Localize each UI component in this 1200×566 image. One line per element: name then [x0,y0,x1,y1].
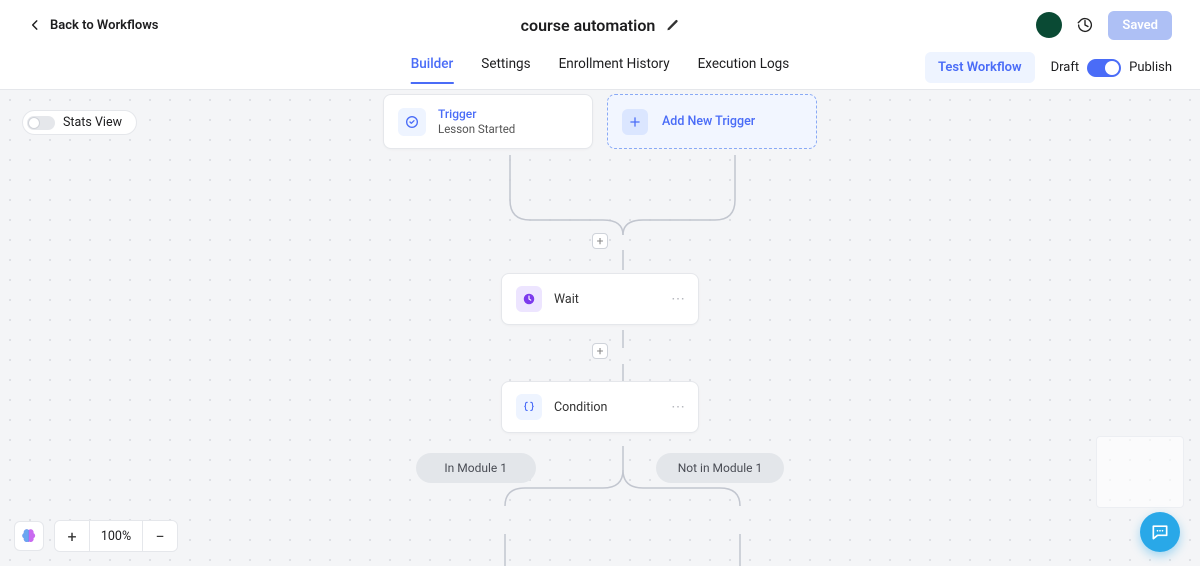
publish-toggle[interactable] [1087,59,1121,77]
tab-enrollment-history[interactable]: Enrollment History [559,56,670,84]
avatar[interactable] [1036,12,1062,38]
saved-button[interactable]: Saved [1108,11,1172,40]
add-step-button[interactable]: + [592,233,608,249]
back-to-workflows[interactable]: Back to Workflows [28,18,159,33]
brain-icon [20,527,38,545]
trigger-icon [398,108,426,136]
tab-execution-logs[interactable]: Execution Logs [698,56,790,84]
condition-node[interactable]: Condition ⋯ [501,381,699,433]
wait-node[interactable]: Wait ⋯ [501,273,699,325]
edit-icon[interactable] [665,18,679,32]
minimap[interactable] [1096,436,1184,508]
branch-in-module-1[interactable]: In Module 1 [416,453,536,483]
workflow-title: course automation [521,16,656,35]
back-label: Back to Workflows [50,18,159,33]
braces-icon [516,394,542,420]
zoom-out-button[interactable]: − [143,521,177,551]
ai-assist-button[interactable] [14,521,44,551]
zoom-in-button[interactable]: + [55,521,89,551]
clock-icon [516,286,542,312]
branch-not-in-module-1[interactable]: Not in Module 1 [656,453,785,483]
draft-label: Draft [1051,60,1080,75]
wait-label: Wait [554,292,579,307]
chat-icon [1150,522,1170,542]
chevron-left-icon [28,18,42,32]
node-menu-icon[interactable]: ⋯ [671,291,686,307]
trigger-sub: Lesson Started [438,122,515,136]
tab-settings[interactable]: Settings [481,56,530,84]
add-new-trigger[interactable]: Add New Trigger [607,94,817,149]
add-step-button[interactable]: + [592,343,608,359]
zoom-level: 100% [89,521,143,551]
publish-label: Publish [1129,60,1172,75]
chat-fab[interactable] [1140,512,1180,552]
condition-label: Condition [554,400,607,415]
tab-builder[interactable]: Builder [411,56,454,84]
node-menu-icon[interactable]: ⋯ [671,399,686,415]
plus-icon [622,109,648,135]
add-trigger-label: Add New Trigger [662,114,755,129]
tabs: Builder Settings Enrollment History Exec… [411,50,789,89]
trigger-node[interactable]: Trigger Lesson Started [383,94,593,149]
zoom-control: + 100% − [54,520,178,552]
history-icon[interactable] [1076,16,1094,34]
test-workflow-button[interactable]: Test Workflow [925,52,1035,83]
trigger-label: Trigger [438,107,515,121]
